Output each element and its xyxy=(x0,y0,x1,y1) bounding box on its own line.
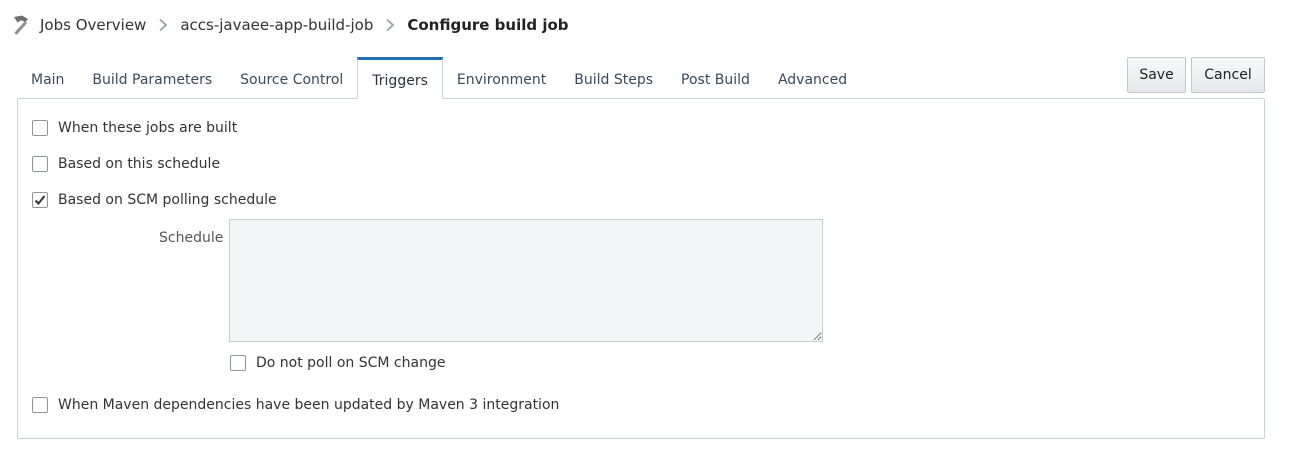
breadcrumb-current: Configure build job xyxy=(407,16,569,34)
tab-triggers[interactable]: Triggers xyxy=(357,57,443,99)
do-not-poll-checkbox[interactable] xyxy=(230,355,246,371)
tab-post-build[interactable]: Post Build xyxy=(667,57,764,99)
based-on-schedule-checkbox[interactable] xyxy=(32,156,48,172)
when-jobs-built-label: When these jobs are built xyxy=(58,120,238,136)
scm-polling-checkbox[interactable] xyxy=(32,192,48,208)
tab-build-steps[interactable]: Build Steps xyxy=(560,57,667,99)
triggers-panel: When these jobs are built Based on this … xyxy=(17,98,1265,439)
cancel-button[interactable]: Cancel xyxy=(1191,57,1265,93)
trigger-when-jobs-built: When these jobs are built xyxy=(32,120,237,136)
chevron-right-icon xyxy=(373,18,407,32)
breadcrumb: Jobs Overview accs-javaee-app-build-job … xyxy=(8,12,569,38)
when-jobs-built-checkbox[interactable] xyxy=(32,120,48,136)
trigger-do-not-poll: Do not poll on SCM change xyxy=(230,355,445,371)
based-on-schedule-label: Based on this schedule xyxy=(58,156,221,172)
schedule-label: Schedule xyxy=(159,230,224,246)
tab-advanced[interactable]: Advanced xyxy=(764,57,861,99)
maven-deps-checkbox[interactable] xyxy=(32,397,48,413)
breadcrumb-job-name[interactable]: accs-javaee-app-build-job xyxy=(180,16,373,34)
chevron-right-icon xyxy=(146,18,180,32)
breadcrumb-jobs-overview[interactable]: Jobs Overview xyxy=(40,16,146,34)
trigger-scm-polling: Based on SCM polling schedule xyxy=(32,192,277,208)
maven-deps-label: When Maven dependencies have been update… xyxy=(58,397,560,413)
tab-main[interactable]: Main xyxy=(17,57,78,99)
scm-polling-label: Based on SCM polling schedule xyxy=(58,192,277,208)
do-not-poll-label: Do not poll on SCM change xyxy=(256,355,446,371)
hammer-icon xyxy=(8,12,34,38)
tab-build-parameters[interactable]: Build Parameters xyxy=(78,57,226,99)
schedule-textarea[interactable] xyxy=(229,219,823,342)
tab-source-control[interactable]: Source Control xyxy=(226,57,357,99)
tab-environment[interactable]: Environment xyxy=(443,57,560,99)
trigger-maven-deps: When Maven dependencies have been update… xyxy=(32,397,559,413)
save-button[interactable]: Save xyxy=(1127,57,1186,93)
trigger-based-on-schedule: Based on this schedule xyxy=(32,156,220,172)
tab-bar: Main Build Parameters Source Control Tri… xyxy=(17,57,861,99)
